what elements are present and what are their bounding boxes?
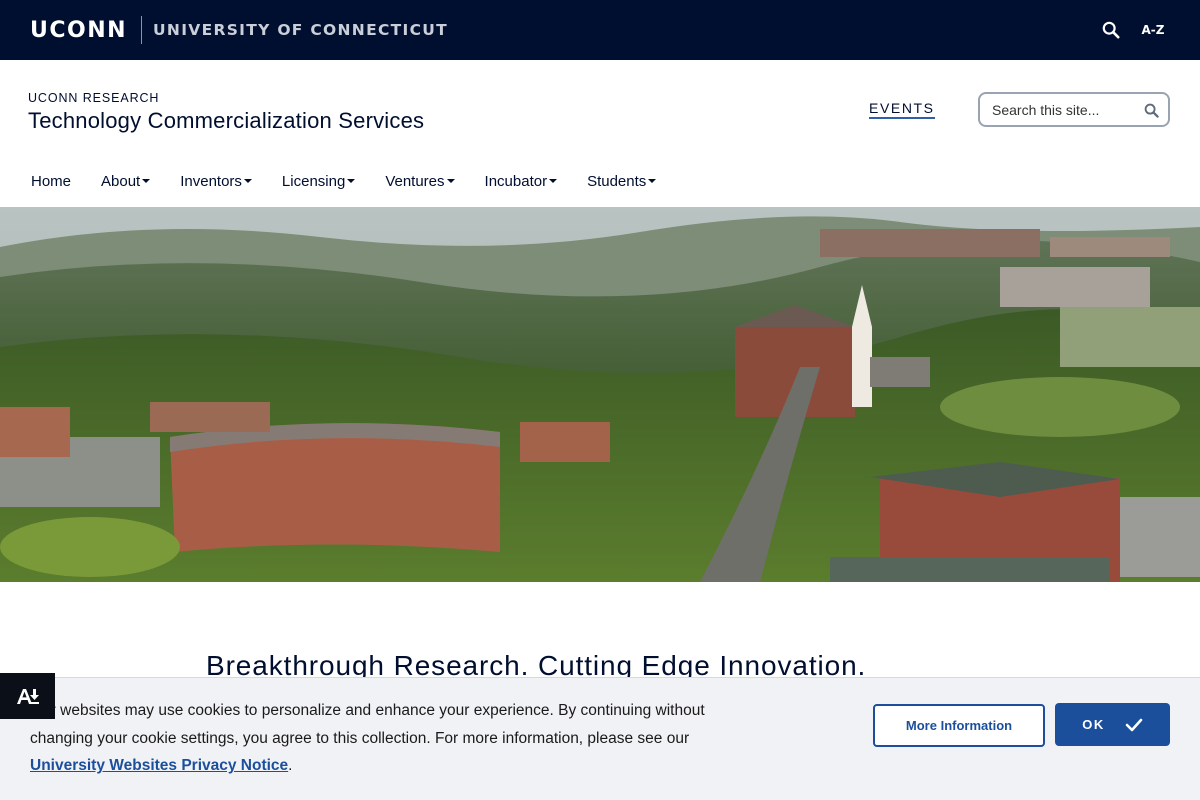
ok-button-label: OK	[1082, 717, 1105, 732]
uconn-wordmark-link[interactable]: UCONN UNIVERSITY OF CONNECTICUT	[30, 15, 448, 45]
checkmark-icon	[1125, 718, 1143, 731]
nav-item-students[interactable]: Students	[572, 173, 671, 190]
caret-down-icon	[648, 179, 657, 183]
hero-campus-image	[0, 207, 1200, 582]
university-search-button[interactable]	[1099, 18, 1123, 42]
nav-item-label: About	[101, 172, 141, 190]
nav-item-label: Inventors	[180, 172, 242, 190]
privacy-notice-link[interactable]: University Websites Privacy Notice	[30, 757, 288, 774]
nav-item-label: Students	[587, 172, 647, 190]
site-search-box	[978, 92, 1170, 127]
site-search-input[interactable]	[992, 101, 1140, 119]
nav-item-inventors[interactable]: Inventors	[165, 173, 267, 190]
more-information-button[interactable]: More Information	[873, 704, 1045, 747]
caret-down-icon	[549, 179, 558, 183]
caret-down-icon	[347, 179, 356, 183]
wordmark-divider	[141, 16, 143, 44]
cookie-message-text: Our websites may use cookies to personal…	[30, 702, 705, 747]
search-icon	[1144, 103, 1159, 118]
search-icon	[1102, 21, 1120, 39]
nav-item-label: Licensing	[281, 172, 346, 190]
site-parent-link[interactable]: UCONN RESEARCH	[28, 91, 159, 105]
cookie-message-end: .	[288, 757, 293, 774]
accessibility-button[interactable]	[0, 673, 55, 719]
uconn-wordmark: UCONN	[30, 17, 128, 43]
site-title[interactable]: Technology Commercialization Services	[28, 108, 424, 134]
nav-item-label: Ventures	[385, 172, 445, 190]
main-navigation: Home About Inventors Licensing Ventures …	[16, 168, 671, 194]
nav-item-ventures[interactable]: Ventures	[370, 173, 469, 190]
cookie-message: Our websites may use cookies to personal…	[30, 697, 720, 780]
cookie-banner: Our websites may use cookies to personal…	[0, 677, 1200, 800]
nav-item-home[interactable]: Home	[16, 173, 86, 190]
campus-aerial-photo	[0, 207, 1200, 582]
caret-down-icon	[446, 179, 455, 183]
caret-down-icon	[243, 179, 252, 183]
nav-item-incubator[interactable]: Incubator	[470, 173, 573, 190]
a-z-index-link[interactable]: A-Z	[1136, 18, 1170, 42]
nav-item-about[interactable]: About	[86, 173, 165, 190]
events-link[interactable]: EVENTS	[869, 100, 935, 119]
university-name: UNIVERSITY OF CONNECTICUT	[153, 21, 449, 39]
nav-item-licensing[interactable]: Licensing	[267, 173, 370, 190]
nav-item-label: Home	[31, 172, 72, 190]
ok-button[interactable]: OK	[1055, 703, 1170, 746]
caret-down-icon	[142, 179, 151, 183]
nav-item-label: Incubator	[484, 172, 548, 190]
university-top-bar: UCONN UNIVERSITY OF CONNECTICUT A-Z	[0, 0, 1200, 60]
accessibility-download-icon	[16, 689, 39, 704]
site-search-submit[interactable]	[1141, 100, 1161, 120]
